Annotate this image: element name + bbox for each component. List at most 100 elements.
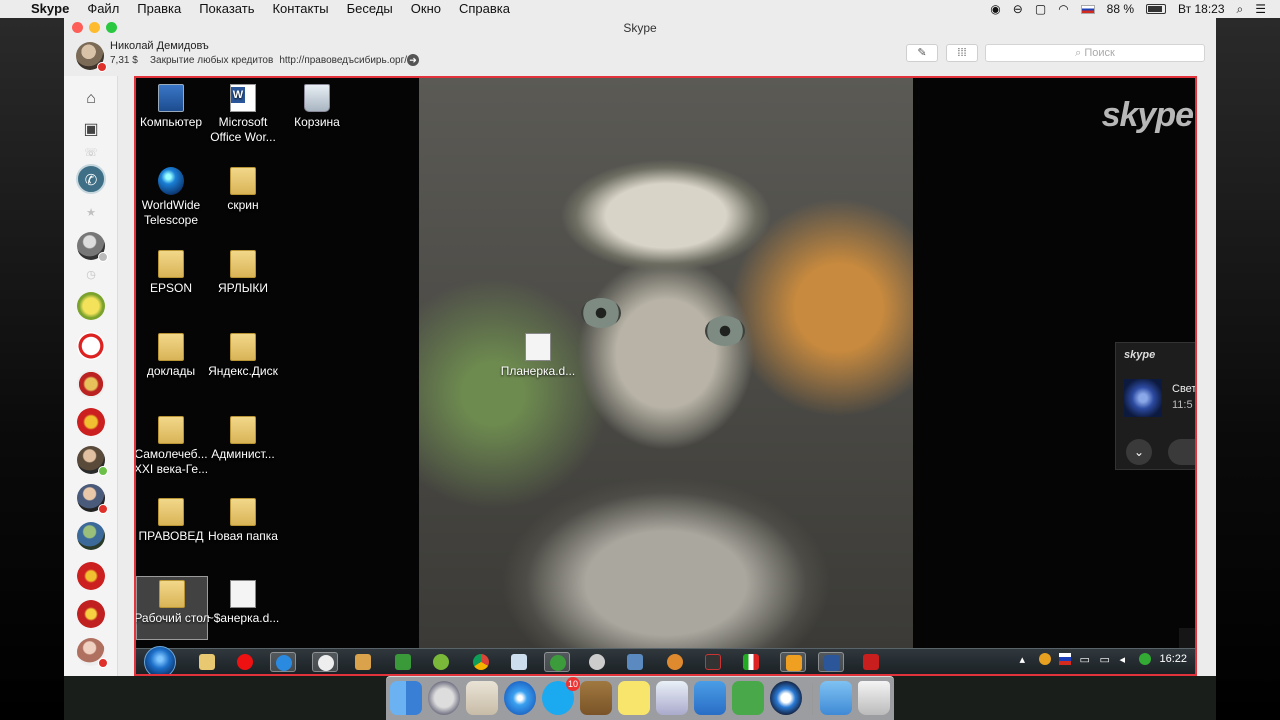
desktop-icon-samolechebnik[interactable]: Самолечеб... XXI века-Ге... [136,416,211,477]
network-app-icon[interactable] [732,681,764,715]
contact-avatar[interactable] [77,408,105,436]
tray-volume-icon[interactable]: ◂ [1119,653,1131,666]
close-window-icon[interactable] [72,22,83,33]
taskbar-opera[interactable] [232,652,258,672]
desktop-icon-worldwide-telescope[interactable]: WorldWide Telescope [136,167,211,228]
menu-edit[interactable]: Правка [128,0,190,18]
contacts-icon[interactable]: ▣ [78,116,104,142]
contact-avatar[interactable] [77,638,108,668]
menu-conversations[interactable]: Беседы [338,0,402,18]
desktop-icon-yarlyki[interactable]: ЯРЛЫКИ [203,250,283,296]
taskbar-app-a[interactable] [390,652,416,672]
battery-icon[interactable] [1146,4,1167,14]
quicktime-icon[interactable] [770,681,802,715]
taskbar-app[interactable] [428,652,454,672]
mood-url[interactable]: http://правоведъсибирь.орг/ [279,55,407,66]
recent-calls-icon[interactable]: ☏ [84,146,98,160]
notification-center-icon[interactable]: ☰ [1255,2,1266,16]
wifi-icon[interactable]: ◠ [1058,2,1068,16]
tray-network-icon[interactable]: ▭ [1079,653,1091,666]
taskbar-media[interactable] [350,652,376,672]
menu-view[interactable]: Показать [190,0,263,18]
contact-avatar[interactable] [77,446,108,476]
taskbar-explorer[interactable] [194,652,220,672]
tray-app-icon[interactable] [1039,653,1052,665]
taskbar-ie[interactable] [270,652,296,672]
skype-notification-popup[interactable]: skype Свет 11:5 ⌄ [1115,342,1195,470]
contact-avatar[interactable] [77,232,108,262]
desktop-icon-computer[interactable]: Компьютер [136,84,211,130]
menu-contacts[interactable]: Контакты [263,0,337,18]
desktop-icon-planerka[interactable]: Планерка.d... [498,333,578,379]
desktop-icon-epson[interactable]: EPSON [136,250,211,296]
skype-status-icon[interactable]: ⊖ [1013,2,1023,16]
desktop-icon-temp-planerka[interactable]: ~$анерка.d... [203,580,283,626]
contact-avatar[interactable] [77,370,105,398]
menu-window[interactable]: Окно [402,0,450,18]
contact-avatar[interactable] [77,484,108,514]
safari-icon[interactable] [504,681,536,715]
spotlight-icon[interactable]: ⌕ [1237,2,1244,17]
desktop-icon-recycle-bin[interactable]: Корзина [277,84,357,130]
taskbar-chrome[interactable] [468,652,494,672]
trash-icon[interactable] [858,681,890,715]
taskbar-moon-app[interactable] [506,652,532,672]
tray-display-icon[interactable]: ▭ [1099,653,1111,666]
skype-dock-icon[interactable]: 10 [542,677,580,715]
taskbar-yandex[interactable] [312,652,338,672]
contact-avatar[interactable] [77,562,105,590]
record-icon[interactable]: ◉ [990,2,1000,16]
downloads-folder-icon[interactable] [820,681,852,715]
screen-share-view[interactable]: Компьютер WorldWide Telescope EPSON докл… [134,76,1197,676]
russian-flag-icon[interactable] [1080,4,1095,14]
tray-update-icon[interactable] [1139,653,1152,665]
contact-avatar[interactable] [77,522,105,550]
desktop-icon-skrin[interactable]: скрин [203,167,283,213]
desktop-icon-ms-word[interactable]: Microsoft Office Wor... [203,84,283,145]
notification-action-button[interactable] [1168,439,1195,465]
minimize-window-icon[interactable] [89,22,100,33]
desktop-icon-yandex-disk[interactable]: Яндекс.Диск [203,333,283,379]
mood-message[interactable]: Закрытие любых кредитов http://правоведъс… [150,55,407,66]
skype-credit[interactable]: 7,31 $ [110,55,138,66]
taskbar-app[interactable] [700,652,726,672]
desktop-icon-rabochiy-stol[interactable]: Рабочий стол [136,580,212,626]
taskbar-app[interactable] [584,652,610,672]
search-input[interactable]: ⌕ Поиск [985,44,1205,62]
windows-start-button[interactable] [144,646,176,674]
home-icon[interactable]: ⌂ [78,86,104,112]
tray-expand-icon[interactable]: ▴ [1019,653,1031,666]
desktop-icon-doklady[interactable]: доклады [136,333,211,379]
favorites-icon[interactable]: ★ [84,206,98,220]
word-dock-icon[interactable] [694,681,726,715]
menu-clock[interactable]: Вт 18:23 [1178,2,1224,16]
compose-button[interactable]: ✎ [906,44,938,62]
active-call-icon[interactable]: ✆ [76,164,106,194]
taskbar-acrobat[interactable] [858,652,884,672]
taskbar-app[interactable] [738,652,764,672]
preview-icon[interactable] [656,681,688,715]
taskbar-word[interactable] [818,652,844,672]
chat-icon[interactable]: ▢ [1035,2,1046,16]
chevron-down-icon[interactable]: ⌄ [1126,439,1152,465]
tray-language-icon[interactable] [1059,653,1072,665]
notebook-icon[interactable] [580,681,612,715]
taskbar-mail[interactable] [544,652,570,672]
menu-help[interactable]: Справка [450,0,519,18]
launchpad-icon[interactable] [428,681,460,715]
notes-icon[interactable] [618,681,650,715]
profile-name[interactable]: Николай Демидовъ [110,40,209,52]
taskbar-picture-viewer[interactable] [622,652,648,672]
contact-avatar[interactable] [77,292,105,320]
zoom-window-icon[interactable] [106,22,117,33]
menu-app-name[interactable]: Skype [22,0,78,18]
desktop-icon-pravoved[interactable]: ПРАВОВЕД [136,498,211,544]
dialpad-button[interactable]: ⁞⁞⁞ [946,44,978,62]
menu-file[interactable]: Файл [78,0,128,18]
tray-clock[interactable]: 16:22 [1159,653,1187,665]
taskbar-app[interactable] [662,652,688,672]
taskbar-skype[interactable] [780,652,806,672]
finder-icon[interactable] [390,681,422,715]
profile-avatar[interactable] [76,42,107,72]
mood-arrow-icon[interactable]: ➜ [407,54,419,66]
